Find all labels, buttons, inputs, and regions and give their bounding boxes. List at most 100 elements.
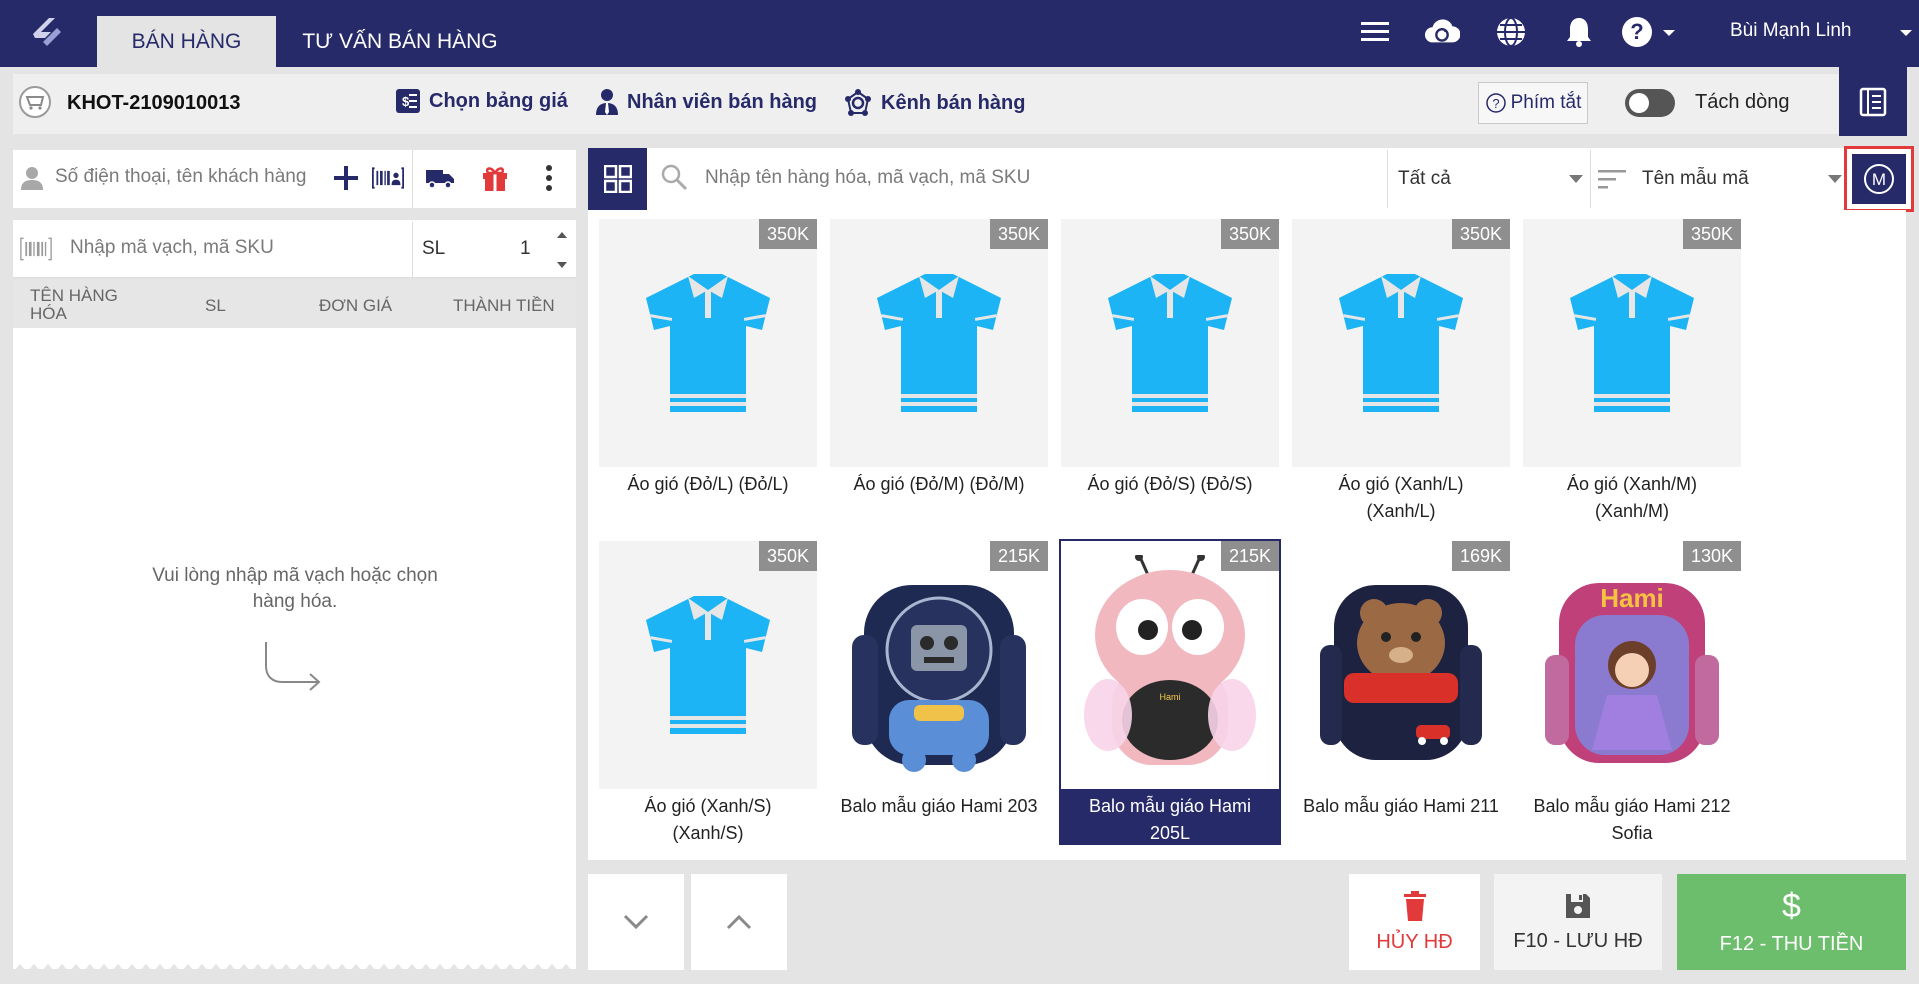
column-total-header: THÀNH TIỀN	[453, 296, 555, 315]
grid-icon	[603, 165, 632, 193]
quantity-input[interactable]: 1	[520, 238, 531, 260]
backpack-brand-text: Hami	[1600, 583, 1664, 613]
add-customer-icon[interactable]	[330, 162, 362, 194]
quantity-decrease-icon[interactable]	[557, 262, 567, 268]
price-list-label: Chọn bảng giá	[429, 89, 568, 112]
mode-toggle-button[interactable]: M	[1844, 146, 1914, 212]
quantity-increase-icon[interactable]	[557, 232, 567, 238]
sort-icon	[1598, 170, 1626, 189]
quantity-label: SL	[422, 238, 446, 259]
receipt-panel-button[interactable]	[1839, 67, 1907, 136]
product-card[interactable]: 350K Áo gió (Xanh/M) (Xanh/M)	[1523, 219, 1741, 521]
scan-customer-card-icon[interactable]	[372, 162, 404, 194]
receipt-icon	[1859, 87, 1887, 116]
chevron-down-icon	[1569, 175, 1583, 183]
user-name[interactable]: Bùi Mạnh Linh	[1730, 20, 1851, 42]
product-image	[1523, 219, 1741, 467]
product-name: Áo gió (Đỏ/L) (Đỏ/L)	[627, 474, 789, 494]
empty-cart-message: Vui lòng nhập mã vạch hoặc chọn hàng hóa…	[152, 565, 438, 612]
product-card[interactable]: Hami 130K Balo mẫu giáo Hami 212 Sofia	[1523, 541, 1741, 843]
product-name: Balo mẫu giáo Hami 205L	[1061, 789, 1279, 843]
price-badge: 350K	[758, 219, 817, 249]
sku-input[interactable]	[70, 237, 400, 259]
product-name: Áo gió (Xanh/L) (Xanh/L)	[1338, 474, 1464, 521]
price-badge: 350K	[989, 219, 1048, 249]
checkout-button[interactable]: $ F12 - THU TIỀN	[1677, 874, 1906, 970]
hotkeys-label: Phím tắt	[1510, 92, 1582, 113]
chevron-down-icon	[1828, 175, 1842, 183]
delivery-truck-icon[interactable]	[424, 162, 456, 194]
price-badge: 350K	[1682, 219, 1741, 249]
sort-select[interactable]: Tên mẫu mã	[1598, 160, 1842, 198]
user-dropdown-icon[interactable]	[1900, 30, 1912, 36]
price-badge: 169K	[1451, 541, 1510, 571]
split-line-toggle[interactable]	[1625, 89, 1675, 117]
trash-icon	[1403, 890, 1426, 921]
floppy-disk-icon	[1566, 893, 1590, 918]
scroll-up-button[interactable]	[691, 874, 787, 970]
mode-toggle-label: M	[1872, 170, 1886, 189]
product-image	[599, 541, 817, 789]
app-logo[interactable]	[25, 12, 69, 56]
customer-icon	[16, 162, 48, 194]
split-line-label: Tách dòng	[1695, 91, 1790, 113]
product-card[interactable]: 169K Balo mẫu giáo Hami 211	[1292, 541, 1510, 843]
svg-text:?: ?	[1492, 96, 1499, 111]
tab-sales[interactable]: BÁN HÀNG	[97, 16, 276, 67]
tab-sales-consulting[interactable]: TƯ VẤN BÁN HÀNG	[290, 16, 510, 67]
product-image	[1292, 541, 1510, 789]
hotkeys-button[interactable]: ? Phím tắt	[1478, 82, 1588, 124]
svg-text:?: ?	[1630, 19, 1643, 44]
chevron-down-icon	[623, 914, 649, 930]
separator	[1387, 150, 1388, 208]
dollar-icon: $	[1782, 886, 1801, 925]
sales-channel-button[interactable]: Kênh bán hàng	[843, 88, 1025, 118]
customer-search-input[interactable]	[55, 166, 325, 188]
grid-view-button[interactable]	[588, 148, 647, 210]
help-icon[interactable]: ?	[1619, 14, 1655, 50]
product-card[interactable]: 350K Áo gió (Đỏ/S) (Đỏ/S)	[1061, 219, 1279, 521]
cloud-sync-icon[interactable]	[1424, 14, 1460, 50]
product-card[interactable]: 350K Áo gió (Xanh/S) (Xanh/S)	[599, 541, 817, 843]
help-dropdown-icon[interactable]	[1663, 30, 1675, 36]
product-card[interactable]: 350K Áo gió (Xanh/L) (Xanh/L)	[1292, 219, 1510, 521]
question-circle-icon: ?	[1485, 93, 1506, 113]
category-select[interactable]: Tất cả	[1398, 160, 1583, 198]
search-icon	[661, 164, 688, 191]
chevron-up-icon	[726, 914, 752, 930]
product-name: Balo mẫu giáo Hami 212 Sofia	[1533, 796, 1731, 843]
save-invoice-button[interactable]: F10 - LƯU HĐ	[1494, 874, 1662, 970]
product-card[interactable]: Hami 215K Balo mẫu giáo Hami 205L	[1059, 539, 1281, 845]
sort-select-value: Tên mẫu mã	[1642, 168, 1749, 189]
price-badge: 130K	[1682, 541, 1741, 571]
cart-icon	[19, 86, 51, 118]
product-search-input[interactable]	[705, 167, 1355, 189]
bell-icon[interactable]	[1561, 14, 1597, 50]
product-name: Áo gió (Đỏ/S) (Đỏ/S)	[1087, 474, 1253, 494]
product-name: Balo mẫu giáo Hami 203	[840, 796, 1038, 816]
product-card[interactable]: 350K Áo gió (Đỏ/L) (Đỏ/L)	[599, 219, 817, 521]
product-name: Áo gió (Đỏ/M) (Đỏ/M)	[853, 474, 1025, 494]
cancel-invoice-button[interactable]: HỦY HĐ	[1349, 874, 1480, 970]
product-card[interactable]: 215K Balo mẫu giáo Hami 203	[830, 541, 1048, 843]
globe-icon[interactable]	[1493, 14, 1529, 50]
order-code[interactable]: KHOT-2109010013	[67, 92, 240, 115]
category-select-value: Tất cả	[1398, 168, 1451, 189]
sales-staff-button[interactable]: Nhân viên bán hàng	[595, 88, 817, 116]
column-price-header: ĐƠN GIÁ	[319, 296, 393, 315]
column-name-header: TÊN HÀNG HÓA	[30, 286, 118, 323]
product-card[interactable]: 350K Áo gió (Đỏ/M) (Đỏ/M)	[830, 219, 1048, 521]
product-name: Áo gió (Xanh/S) (Xanh/S)	[644, 796, 772, 843]
more-options-icon[interactable]	[533, 162, 565, 194]
scroll-down-button[interactable]	[588, 874, 684, 970]
sales-channel-label: Kênh bán hàng	[881, 91, 1026, 114]
separator	[412, 222, 413, 278]
product-image	[599, 219, 817, 467]
price-badge: 350K	[1220, 219, 1279, 249]
product-image: Hami	[1523, 541, 1741, 789]
menu-icon[interactable]	[1357, 14, 1393, 50]
gift-icon[interactable]	[479, 162, 511, 194]
price-list-button[interactable]: $ Chọn bảng giá	[395, 88, 568, 114]
top-navbar: BÁN HÀNG TƯ VẤN BÁN HÀNG ? Bùi Mạnh Linh	[0, 0, 1919, 67]
sales-staff-label: Nhân viên bán hàng	[627, 90, 818, 113]
